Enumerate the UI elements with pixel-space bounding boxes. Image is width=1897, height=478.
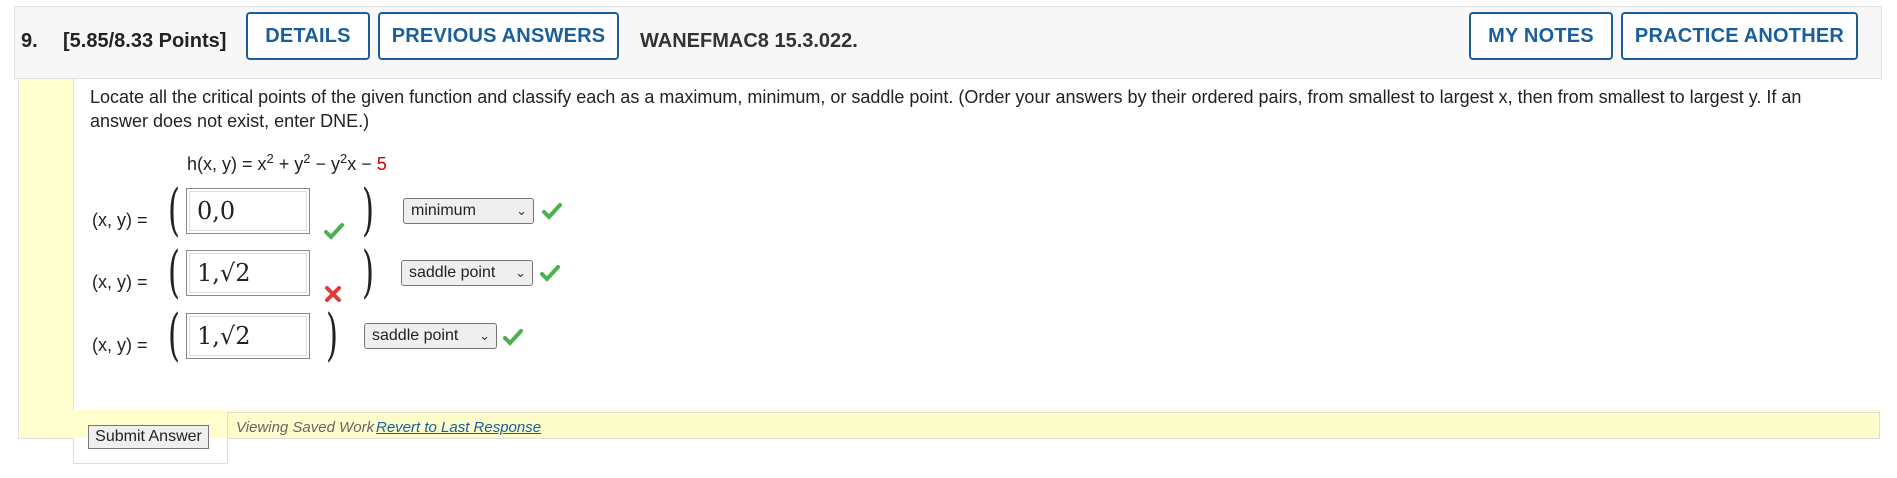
- function-constant: 5: [376, 154, 387, 174]
- close-paren: ): [362, 178, 375, 243]
- open-paren: (: [168, 178, 181, 243]
- check-icon: [324, 223, 344, 240]
- submit-answer-button[interactable]: Submit Answer: [88, 425, 209, 449]
- classification-select[interactable]: minimum ⌄: [403, 198, 534, 224]
- chevron-down-icon: ⌄: [515, 265, 526, 280]
- critical-point-input[interactable]: 0,0: [186, 188, 310, 234]
- question-number: 9.: [21, 30, 38, 52]
- answer-label: (x, y) =: [92, 272, 148, 292]
- revert-link[interactable]: Revert to Last Response: [376, 419, 541, 436]
- practice-another-button[interactable]: PRACTICE ANOTHER: [1621, 12, 1858, 60]
- question-points: [5.85/8.33 Points]: [63, 30, 227, 52]
- previous-answers-button[interactable]: PREVIOUS ANSWERS: [378, 12, 619, 60]
- details-button[interactable]: DETAILS: [246, 12, 370, 60]
- question-prompt: Locate all the critical points of the gi…: [90, 87, 1802, 131]
- answer-label: (x, y) =: [92, 210, 148, 230]
- close-paren: ): [362, 240, 375, 305]
- my-notes-button[interactable]: MY NOTES: [1469, 12, 1613, 60]
- critical-point-input[interactable]: 1,√2: [186, 250, 310, 296]
- check-icon: [542, 203, 562, 220]
- classification-select[interactable]: saddle point ⌄: [364, 323, 497, 349]
- chevron-down-icon: ⌄: [516, 203, 527, 218]
- open-paren: (: [168, 240, 181, 305]
- check-icon: [503, 329, 523, 346]
- question-source: WANEFMAC8 15.3.022.: [640, 30, 858, 52]
- check-icon: [540, 265, 560, 282]
- open-paren: (: [168, 303, 181, 368]
- classification-select[interactable]: saddle point ⌄: [401, 260, 533, 286]
- x-mark-icon: [325, 286, 341, 302]
- close-paren: ): [326, 303, 339, 368]
- chevron-down-icon: ⌄: [479, 328, 490, 343]
- critical-point-input[interactable]: 1,√2: [186, 313, 310, 359]
- answer-label: (x, y) =: [92, 335, 148, 355]
- function-expression: h(x, y) = x2 + y2 − y2x − 5: [187, 151, 387, 174]
- saved-work-text: Viewing Saved Work: [236, 419, 375, 436]
